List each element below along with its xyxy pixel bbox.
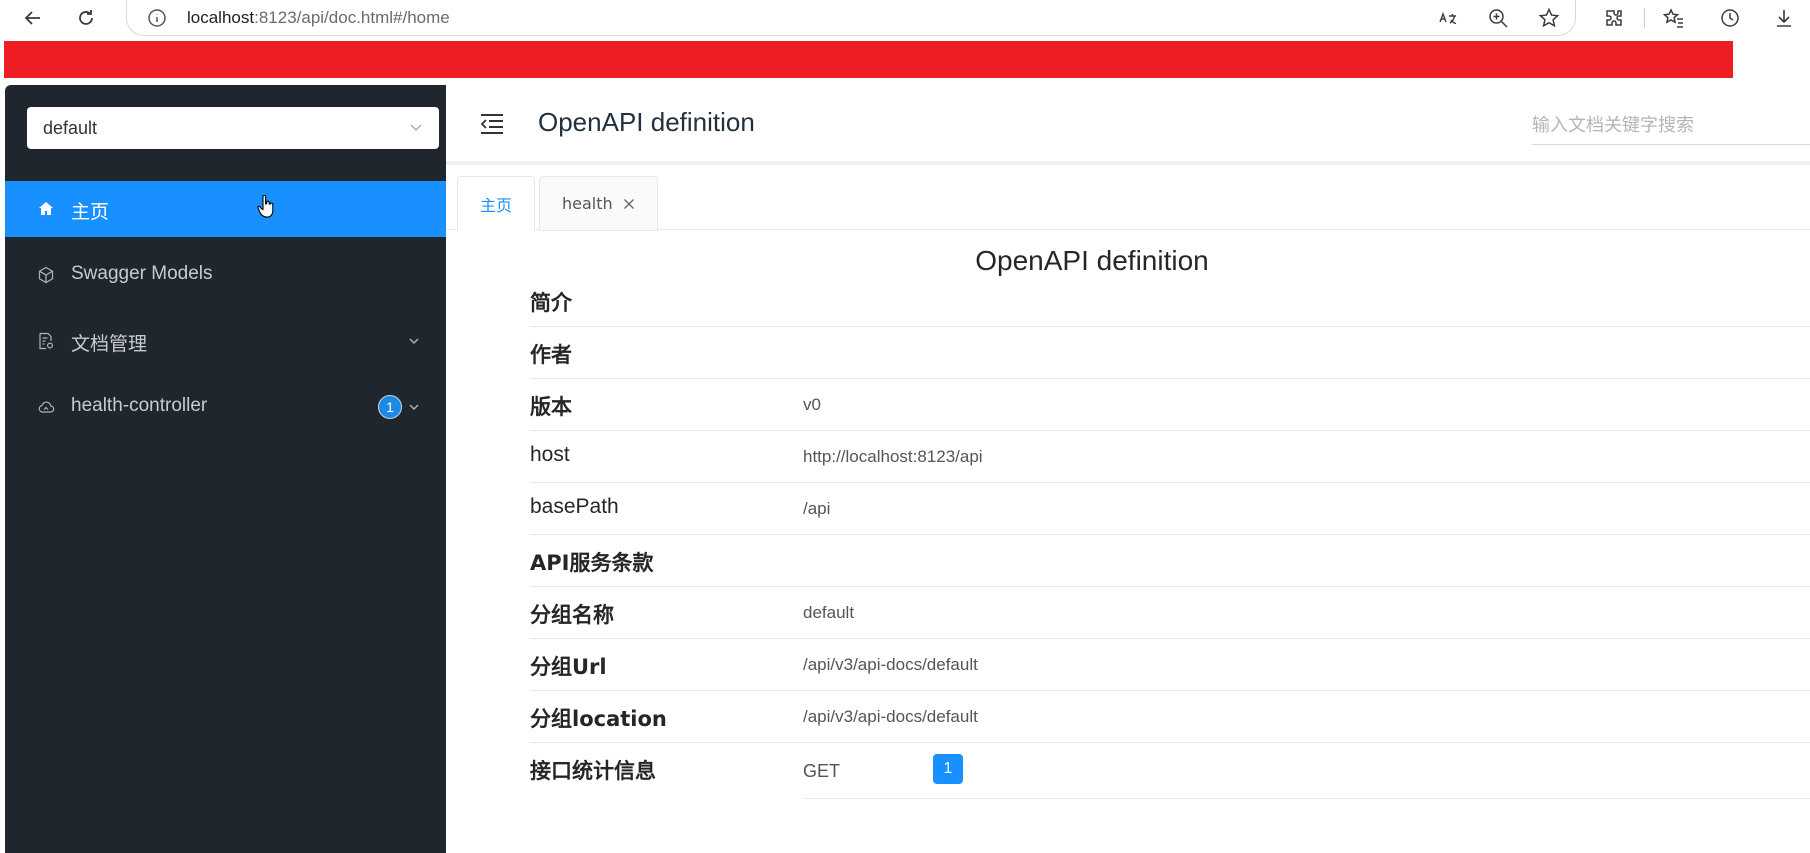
- doc-title: OpenAPI definition: [975, 245, 1209, 276]
- sidebar-item-label: Swagger Models: [71, 263, 213, 284]
- sidebar-item-label: health-controller: [71, 395, 208, 416]
- header: OpenAPI definition: [446, 85, 1810, 165]
- sidebar-item-swagger-models[interactable]: Swagger Models: [5, 247, 446, 303]
- info-label: 接口统计信息: [530, 759, 656, 783]
- info-row-group-url: 分组Url /api/v3/api-docs/default: [530, 639, 1810, 691]
- info-label: basePath: [530, 495, 619, 518]
- url-path: :8123/api/doc.html#/home: [254, 8, 450, 27]
- sidebar-item-label: 主页: [71, 202, 110, 223]
- tab-home[interactable]: 主页: [457, 176, 536, 231]
- info-row-terms: API服务条款: [530, 535, 1810, 587]
- url-host: localhost: [187, 8, 255, 27]
- menu-collapse-icon[interactable]: [479, 112, 505, 136]
- download-icon[interactable]: [1773, 7, 1795, 29]
- tab-label: 主页: [480, 195, 513, 215]
- red-banner: [4, 41, 1733, 78]
- home-icon: [39, 202, 53, 215]
- info-row-basepath: basePath /api: [530, 483, 1810, 535]
- info-row-host: host http://localhost:8123/api: [530, 431, 1810, 483]
- stat-row: GET 1: [803, 743, 1810, 799]
- sidebar-item-doc-management[interactable]: 文档管理: [5, 313, 446, 369]
- tab-bar: 主页 health: [446, 176, 1810, 231]
- info-row-group-name: 分组名称 default: [530, 587, 1810, 639]
- sidebar-item-health-controller[interactable]: health-controller 1: [5, 379, 446, 435]
- info-value: v0: [803, 395, 821, 414]
- reload-icon: [79, 10, 93, 25]
- group-select-value: default: [43, 117, 98, 138]
- sidebar-item-home[interactable]: 主页: [5, 181, 446, 237]
- main-content: OpenAPI definition 主页 health OpenAPI def…: [446, 85, 1810, 853]
- chevron-down-icon: [410, 124, 422, 131]
- info-row-description: 简介: [530, 275, 1810, 327]
- info-icon[interactable]: [147, 8, 167, 28]
- info-value: /api: [803, 499, 831, 518]
- tab-label: health: [562, 194, 613, 213]
- zoom-in-icon[interactable]: [1487, 7, 1509, 29]
- info-row-group-location: 分组location /api/v3/api-docs/default: [530, 691, 1810, 743]
- info-label: API服务条款: [530, 551, 654, 575]
- address-bar[interactable]: localhost:8123/api/doc.html#/home: [126, 0, 1576, 36]
- info-label: 分组Url: [530, 655, 607, 679]
- url-text[interactable]: localhost:8123/api/doc.html#/home: [187, 8, 450, 28]
- info-row-author: 作者: [530, 327, 1810, 379]
- arrow-left-icon: [24, 11, 40, 25]
- stat-method: GET: [803, 761, 841, 781]
- extensions-icon[interactable]: [1603, 7, 1625, 29]
- group-select[interactable]: default: [27, 107, 439, 149]
- info-value: http://localhost:8123/api: [803, 447, 983, 466]
- tab-health[interactable]: health: [539, 176, 658, 231]
- history-icon[interactable]: [1719, 7, 1741, 29]
- info-row-version: 版本 v0: [530, 379, 1810, 431]
- info-label: 简介: [530, 291, 572, 315]
- page-title: OpenAPI definition: [538, 107, 755, 137]
- info-row-api-stats: 接口统计信息 GET 1: [530, 743, 1810, 813]
- count-badge: 1: [378, 395, 402, 419]
- browser-toolbar: localhost:8123/api/doc.html#/home: [0, 0, 1810, 36]
- info-value: default: [803, 603, 855, 622]
- info-value: /api/v3/api-docs/default: [803, 707, 978, 726]
- document-settings-icon: [39, 332, 54, 350]
- info-label: 分组location: [530, 707, 667, 731]
- info-label: host: [530, 443, 570, 466]
- stat-count-badge: 1: [933, 754, 963, 784]
- info-label: 分组名称: [530, 603, 614, 627]
- favorites-list-icon[interactable]: [1663, 7, 1685, 29]
- cube-icon: [38, 266, 54, 284]
- back-button[interactable]: [18, 4, 48, 32]
- info-label: 作者: [530, 343, 572, 367]
- toolbar-separator: [1644, 8, 1645, 28]
- info-label: 版本: [530, 395, 572, 419]
- sidebar-item-label: 文档管理: [71, 334, 148, 355]
- reload-button[interactable]: [71, 4, 101, 32]
- hand-pointer-icon: [257, 195, 274, 218]
- cloud-icon: [38, 401, 55, 413]
- chevron-down-icon: [409, 404, 419, 410]
- sidebar: default 主页 Swagger Models 文档管理 health-co…: [5, 85, 446, 853]
- translate-icon[interactable]: [1437, 7, 1459, 29]
- favorite-star-icon[interactable]: [1538, 7, 1560, 29]
- info-value: /api/v3/api-docs/default: [803, 655, 978, 674]
- close-icon[interactable]: [623, 198, 635, 210]
- search-input[interactable]: [1532, 107, 1810, 145]
- chevron-down-icon: [409, 338, 419, 344]
